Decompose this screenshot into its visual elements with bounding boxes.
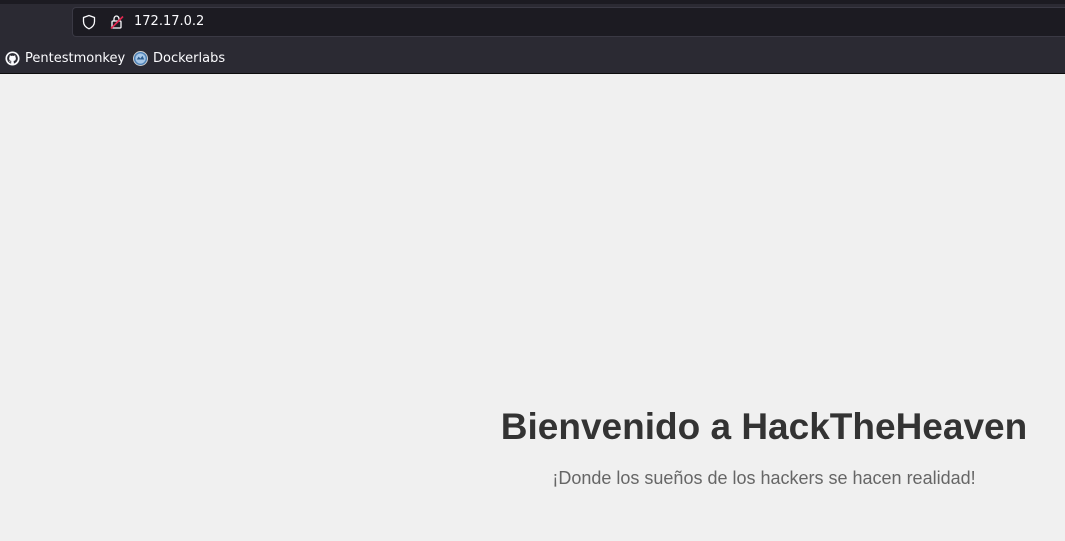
bookmark-label: Pentestmonkey (25, 50, 126, 66)
browser-toolbar: 172.17.0.2 Pentestmonkey Dockerlabs (0, 0, 1065, 74)
tab-strip (0, 0, 1065, 4)
page-viewport: Bienvenido a HackTheHeaven ¡Donde los su… (0, 74, 1065, 541)
bookmark-label: Dockerlabs (153, 50, 226, 66)
url-bar[interactable]: 172.17.0.2 (72, 7, 1065, 37)
shield-icon[interactable] (81, 14, 97, 30)
bookmark-pentestmonkey[interactable]: Pentestmonkey (5, 49, 125, 67)
dockerlabs-icon (133, 50, 148, 66)
url-text[interactable]: 172.17.0.2 (134, 14, 204, 30)
github-icon (5, 50, 20, 66)
page-title: Bienvenido a HackTheHeaven (500, 406, 1028, 447)
page-subtitle: ¡Donde los sueños de los hackers se hace… (552, 468, 976, 488)
insecure-lock-icon[interactable] (109, 14, 125, 30)
hero-section: Bienvenido a HackTheHeaven ¡Donde los su… (464, 404, 1064, 489)
bookmarks-toolbar: Pentestmonkey Dockerlabs (0, 44, 1065, 73)
bookmark-dockerlabs[interactable]: Dockerlabs (133, 49, 225, 67)
